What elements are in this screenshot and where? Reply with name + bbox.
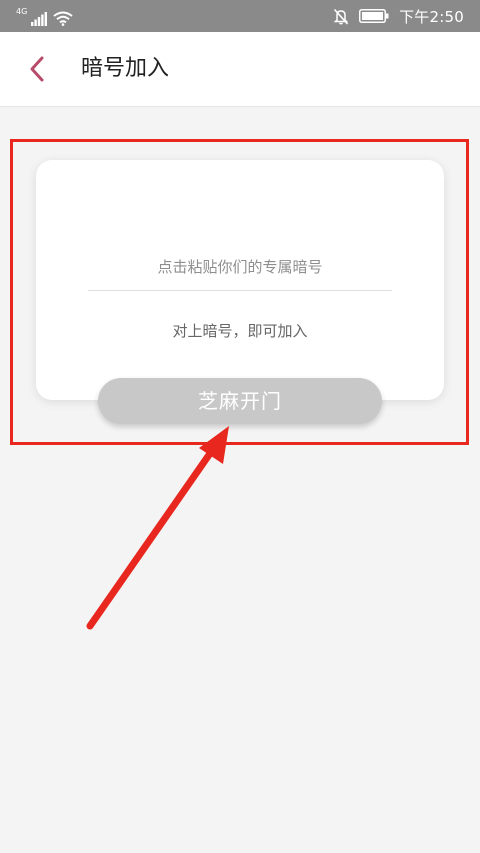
page-title: 暗号加入	[81, 56, 170, 81]
status-time: 下午2:50	[399, 7, 464, 26]
status-bar: 4G 下午2:50	[0, 0, 480, 32]
code-input[interactable]	[88, 244, 392, 291]
signal-icon	[31, 12, 48, 26]
chevron-left-icon	[30, 56, 44, 82]
mute-icon	[333, 8, 349, 25]
code-card: 对上暗号，即可加入	[36, 160, 444, 400]
open-sesame-button[interactable]: 芝麻开门	[98, 378, 382, 424]
hint-text: 对上暗号，即可加入	[172, 322, 308, 340]
annotation-arrow-icon	[86, 426, 229, 630]
battery-icon	[359, 9, 389, 23]
app-header: 暗号加入	[0, 32, 480, 107]
status-left: 4G	[16, 6, 73, 26]
network-type: 4G	[16, 7, 28, 16]
back-button[interactable]	[22, 52, 54, 86]
status-right: 下午2:50	[333, 5, 464, 27]
wifi-icon	[53, 11, 73, 26]
